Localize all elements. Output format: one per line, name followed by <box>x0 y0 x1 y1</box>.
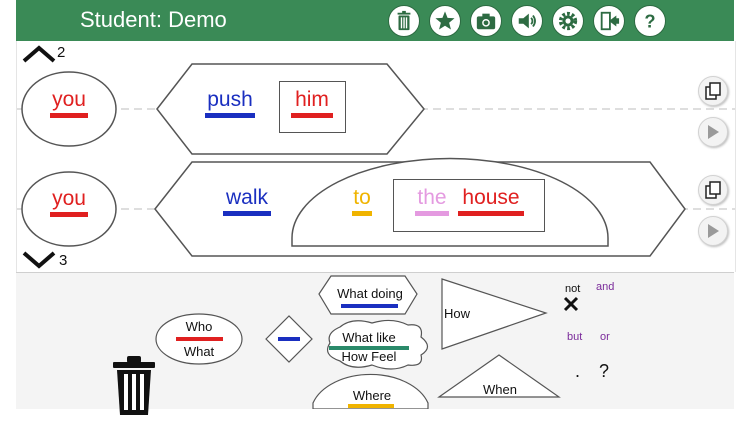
prep-underline <box>352 211 372 216</box>
app-header: Student: Demo ? <box>16 0 734 41</box>
noun-phrase-box[interactable]: the house <box>393 179 545 232</box>
verb-word: walk <box>225 186 268 209</box>
how-tile[interactable] <box>442 279 546 349</box>
verb-underline <box>205 113 255 118</box>
article-tile: the <box>414 186 450 216</box>
noun-word: house <box>462 186 520 209</box>
article-underline <box>415 211 449 216</box>
copy-icon <box>705 82 721 100</box>
who-tile[interactable]: you <box>47 187 91 217</box>
prep-tile[interactable]: to <box>349 186 375 216</box>
noun-tile: house <box>456 186 526 216</box>
who-what-tile[interactable] <box>156 313 242 365</box>
who-tile[interactable]: you <box>47 88 91 118</box>
delete-zone[interactable] <box>111 356 157 421</box>
verb-underline <box>223 211 271 216</box>
question-tile[interactable]: ? <box>599 361 609 382</box>
period-tile[interactable]: . <box>575 361 580 382</box>
exit-button[interactable] <box>593 5 625 37</box>
exit-icon <box>600 11 620 31</box>
down-count: 3 <box>59 252 68 269</box>
chevron-down-icon <box>22 251 56 269</box>
star-button[interactable] <box>429 5 461 37</box>
who-word: you <box>52 187 86 210</box>
verb-tile[interactable]: push <box>203 88 257 118</box>
noun-underline <box>458 211 524 216</box>
object-word: him <box>295 88 329 111</box>
help-icon: ? <box>644 10 655 31</box>
verb-word: push <box>207 88 253 111</box>
sentence-shapes <box>17 63 735 257</box>
gear-icon <box>558 11 578 31</box>
not-label[interactable]: not <box>565 283 580 295</box>
verb-tile[interactable]: walk <box>221 186 273 216</box>
and-label[interactable]: and <box>596 281 614 293</box>
who-underline <box>50 212 88 217</box>
where-tile[interactable] <box>313 373 429 409</box>
verb-tile[interactable] <box>278 337 300 341</box>
speaker-icon <box>518 13 536 29</box>
when-tile[interactable] <box>439 355 559 397</box>
trash-icon <box>113 356 155 415</box>
star-icon <box>435 11 455 30</box>
settings-button[interactable] <box>552 5 584 37</box>
who-word: you <box>52 88 86 111</box>
or-label[interactable]: or <box>600 331 610 343</box>
x-icon <box>563 296 579 312</box>
what-like-tile[interactable] <box>324 321 424 371</box>
copy-button[interactable] <box>698 175 728 205</box>
camera-button[interactable] <box>470 5 502 37</box>
what-doing-tile[interactable] <box>319 276 417 314</box>
svg-text:?: ? <box>644 10 655 31</box>
play-icon <box>708 224 719 238</box>
play-button[interactable] <box>698 117 728 147</box>
speaker-button[interactable] <box>511 5 543 37</box>
article-word: the <box>417 186 447 209</box>
page-title: Student: Demo <box>80 7 227 32</box>
camera-icon <box>476 13 496 30</box>
sentence-area: 2 you push him you walk to the house 3 <box>16 41 736 272</box>
play-button[interactable] <box>698 216 728 246</box>
object-tile: him <box>288 88 336 118</box>
who-underline <box>50 113 88 118</box>
object-underline <box>291 113 333 118</box>
but-label[interactable]: but <box>567 331 582 343</box>
trash-icon <box>397 10 411 31</box>
trash-button[interactable] <box>388 5 420 37</box>
not-tile[interactable] <box>562 295 580 318</box>
copy-icon <box>705 181 721 199</box>
object-box[interactable]: him <box>279 81 346 133</box>
prep-word: to <box>353 186 371 209</box>
copy-button[interactable] <box>698 76 728 106</box>
word-palette: Who What What doing What like How Feel W… <box>16 272 734 415</box>
help-button[interactable]: ? <box>634 5 666 37</box>
play-icon <box>708 125 719 139</box>
